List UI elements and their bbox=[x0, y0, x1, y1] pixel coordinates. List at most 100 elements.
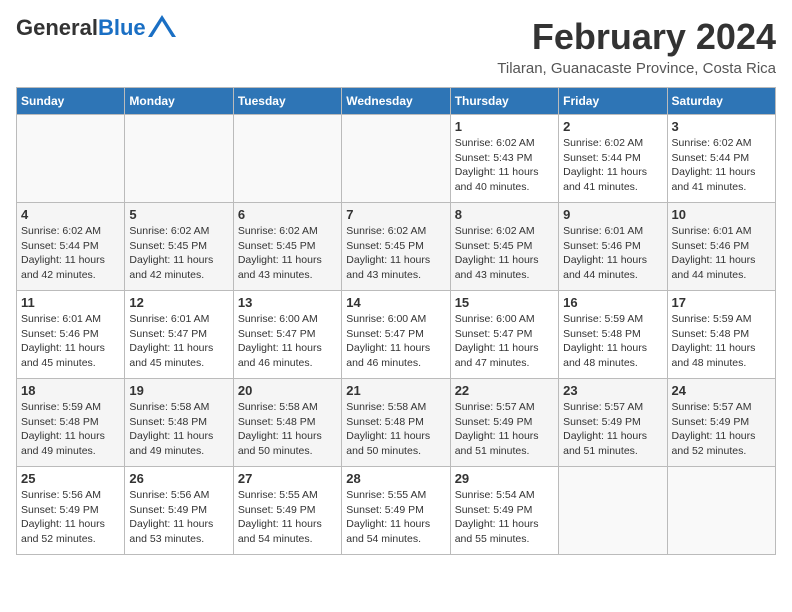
calendar-cell: 1 Sunrise: 6:02 AM Sunset: 5:43 PM Daylig… bbox=[450, 115, 558, 203]
logo-general: General bbox=[16, 15, 98, 40]
day-number: 13 bbox=[238, 295, 337, 310]
day-number: 21 bbox=[346, 383, 445, 398]
day-number: 25 bbox=[21, 471, 120, 486]
calendar-cell: 2Sunrise: 6:02 AM Sunset: 5:44 PM Daylig… bbox=[559, 115, 667, 203]
calendar-cell: 7Sunrise: 6:02 AM Sunset: 5:45 PM Daylig… bbox=[342, 203, 450, 291]
day-number: 12 bbox=[129, 295, 228, 310]
day-info: Sunrise: 6:00 AM Sunset: 5:47 PM Dayligh… bbox=[238, 312, 337, 371]
day-number: 3 bbox=[672, 119, 771, 134]
day-info: Sunrise: 6:02 AM Sunset: 5:45 PM Dayligh… bbox=[238, 224, 337, 283]
calendar-cell bbox=[667, 467, 775, 555]
calendar-week-row: 18 Sunrise: 5:59 AM Sunset: 5:48 PM Dayli… bbox=[17, 379, 776, 467]
day-number: 15 bbox=[455, 295, 554, 310]
weekday-header-row: SundayMondayTuesdayWednesdayThursdayFrid… bbox=[17, 88, 776, 115]
day-info: Sunrise: 6:00 AM Sunset: 5:47 PM Dayligh… bbox=[455, 312, 554, 371]
day-number: 16 bbox=[563, 295, 662, 310]
weekday-header-friday: Friday bbox=[559, 88, 667, 115]
day-number: 19 bbox=[129, 383, 228, 398]
calendar-cell bbox=[559, 467, 667, 555]
day-info: Sunrise: 5:59 AM Sunset: 5:48 PM Dayligh… bbox=[563, 312, 662, 371]
calendar-cell: 5 Sunrise: 6:02 AM Sunset: 5:45 PM Daylig… bbox=[125, 203, 233, 291]
calendar-cell: 3 Sunrise: 6:02 AM Sunset: 5:44 PM Daylig… bbox=[667, 115, 775, 203]
day-number: 27 bbox=[238, 471, 337, 486]
calendar-cell: 21 Sunrise: 5:58 AM Sunset: 5:48 PM Dayli… bbox=[342, 379, 450, 467]
calendar-cell: 15 Sunrise: 6:00 AM Sunset: 5:47 PM Dayli… bbox=[450, 291, 558, 379]
day-info: Sunrise: 5:58 AM Sunset: 5:48 PM Dayligh… bbox=[129, 400, 228, 459]
day-number: 4 bbox=[21, 207, 120, 222]
day-info: Sunrise: 5:56 AM Sunset: 5:49 PM Dayligh… bbox=[21, 488, 120, 547]
calendar-cell: 24Sunrise: 5:57 AM Sunset: 5:49 PM Dayli… bbox=[667, 379, 775, 467]
calendar-cell: 16 Sunrise: 5:59 AM Sunset: 5:48 PM Dayli… bbox=[559, 291, 667, 379]
day-number: 8 bbox=[455, 207, 554, 222]
day-number: 1 bbox=[455, 119, 554, 134]
calendar-cell bbox=[125, 115, 233, 203]
day-number: 9 bbox=[563, 207, 662, 222]
day-info: Sunrise: 6:01 AM Sunset: 5:47 PM Dayligh… bbox=[129, 312, 228, 371]
day-info: Sunrise: 5:54 AM Sunset: 5:49 PM Dayligh… bbox=[455, 488, 554, 547]
weekday-header-wednesday: Wednesday bbox=[342, 88, 450, 115]
calendar-cell: 4 Sunrise: 6:02 AM Sunset: 5:44 PM Daylig… bbox=[17, 203, 125, 291]
day-info: Sunrise: 6:02 AM Sunset: 5:44 PM Dayligh… bbox=[563, 136, 662, 195]
calendar-cell bbox=[17, 115, 125, 203]
calendar-cell: 20Sunrise: 5:58 AM Sunset: 5:48 PM Dayli… bbox=[233, 379, 341, 467]
day-number: 14 bbox=[346, 295, 445, 310]
weekday-header-monday: Monday bbox=[125, 88, 233, 115]
day-number: 29 bbox=[455, 471, 554, 486]
calendar-cell: 9 Sunrise: 6:01 AM Sunset: 5:46 PM Daylig… bbox=[559, 203, 667, 291]
logo-icon bbox=[148, 15, 176, 37]
day-info: Sunrise: 6:01 AM Sunset: 5:46 PM Dayligh… bbox=[672, 224, 771, 283]
day-number: 5 bbox=[129, 207, 228, 222]
logo-blue: Blue bbox=[98, 15, 146, 40]
day-info: Sunrise: 6:02 AM Sunset: 5:45 PM Dayligh… bbox=[455, 224, 554, 283]
calendar-cell: 11 Sunrise: 6:01 AM Sunset: 5:46 PM Dayli… bbox=[17, 291, 125, 379]
calendar-table: SundayMondayTuesdayWednesdayThursdayFrid… bbox=[16, 87, 776, 555]
weekday-header-saturday: Saturday bbox=[667, 88, 775, 115]
day-info: Sunrise: 5:56 AM Sunset: 5:49 PM Dayligh… bbox=[129, 488, 228, 547]
calendar-cell: 6Sunrise: 6:02 AM Sunset: 5:45 PM Daylig… bbox=[233, 203, 341, 291]
day-info: Sunrise: 5:55 AM Sunset: 5:49 PM Dayligh… bbox=[238, 488, 337, 547]
day-number: 11 bbox=[21, 295, 120, 310]
logo-text: GeneralBlue bbox=[16, 16, 146, 40]
calendar-week-row: 1 Sunrise: 6:02 AM Sunset: 5:43 PM Daylig… bbox=[17, 115, 776, 203]
day-number: 23 bbox=[563, 383, 662, 398]
day-info: Sunrise: 5:59 AM Sunset: 5:48 PM Dayligh… bbox=[21, 400, 120, 459]
day-info: Sunrise: 6:02 AM Sunset: 5:45 PM Dayligh… bbox=[129, 224, 228, 283]
calendar-cell: 13 Sunrise: 6:00 AM Sunset: 5:47 PM Dayli… bbox=[233, 291, 341, 379]
calendar-subtitle: Tilaran, Guanacaste Province, Costa Rica bbox=[497, 60, 776, 77]
day-info: Sunrise: 6:02 AM Sunset: 5:44 PM Dayligh… bbox=[672, 136, 771, 195]
calendar-cell bbox=[342, 115, 450, 203]
day-info: Sunrise: 6:02 AM Sunset: 5:44 PM Dayligh… bbox=[21, 224, 120, 283]
title-area: February 2024 Tilaran, Guanacaste Provin… bbox=[497, 16, 776, 77]
day-info: Sunrise: 6:02 AM Sunset: 5:43 PM Dayligh… bbox=[455, 136, 554, 195]
calendar-cell: 10 Sunrise: 6:01 AM Sunset: 5:46 PM Dayli… bbox=[667, 203, 775, 291]
day-number: 28 bbox=[346, 471, 445, 486]
day-number: 20 bbox=[238, 383, 337, 398]
calendar-cell: 19 Sunrise: 5:58 AM Sunset: 5:48 PM Dayli… bbox=[125, 379, 233, 467]
calendar-week-row: 4 Sunrise: 6:02 AM Sunset: 5:44 PM Daylig… bbox=[17, 203, 776, 291]
calendar-cell: 23 Sunrise: 5:57 AM Sunset: 5:49 PM Dayli… bbox=[559, 379, 667, 467]
day-info: Sunrise: 5:57 AM Sunset: 5:49 PM Dayligh… bbox=[455, 400, 554, 459]
calendar-week-row: 25 Sunrise: 5:56 AM Sunset: 5:49 PM Dayli… bbox=[17, 467, 776, 555]
day-number: 18 bbox=[21, 383, 120, 398]
calendar-cell: 14Sunrise: 6:00 AM Sunset: 5:47 PM Dayli… bbox=[342, 291, 450, 379]
day-info: Sunrise: 5:55 AM Sunset: 5:49 PM Dayligh… bbox=[346, 488, 445, 547]
day-info: Sunrise: 6:01 AM Sunset: 5:46 PM Dayligh… bbox=[21, 312, 120, 371]
calendar-cell: 17Sunrise: 5:59 AM Sunset: 5:48 PM Dayli… bbox=[667, 291, 775, 379]
day-number: 10 bbox=[672, 207, 771, 222]
weekday-header-tuesday: Tuesday bbox=[233, 88, 341, 115]
page-header: GeneralBlue February 2024 Tilaran, Guana… bbox=[16, 16, 776, 77]
calendar-cell: 18 Sunrise: 5:59 AM Sunset: 5:48 PM Dayli… bbox=[17, 379, 125, 467]
logo: GeneralBlue bbox=[16, 16, 176, 40]
calendar-week-row: 11 Sunrise: 6:01 AM Sunset: 5:46 PM Dayli… bbox=[17, 291, 776, 379]
day-info: Sunrise: 5:58 AM Sunset: 5:48 PM Dayligh… bbox=[346, 400, 445, 459]
calendar-cell bbox=[233, 115, 341, 203]
day-info: Sunrise: 5:57 AM Sunset: 5:49 PM Dayligh… bbox=[672, 400, 771, 459]
calendar-cell: 28 Sunrise: 5:55 AM Sunset: 5:49 PM Dayli… bbox=[342, 467, 450, 555]
calendar-cell: 29 Sunrise: 5:54 AM Sunset: 5:49 PM Dayli… bbox=[450, 467, 558, 555]
day-info: Sunrise: 6:01 AM Sunset: 5:46 PM Dayligh… bbox=[563, 224, 662, 283]
day-info: Sunrise: 5:57 AM Sunset: 5:49 PM Dayligh… bbox=[563, 400, 662, 459]
day-info: Sunrise: 6:02 AM Sunset: 5:45 PM Dayligh… bbox=[346, 224, 445, 283]
calendar-cell: 22Sunrise: 5:57 AM Sunset: 5:49 PM Dayli… bbox=[450, 379, 558, 467]
calendar-title: February 2024 bbox=[497, 16, 776, 58]
calendar-cell: 27 Sunrise: 5:55 AM Sunset: 5:49 PM Dayli… bbox=[233, 467, 341, 555]
